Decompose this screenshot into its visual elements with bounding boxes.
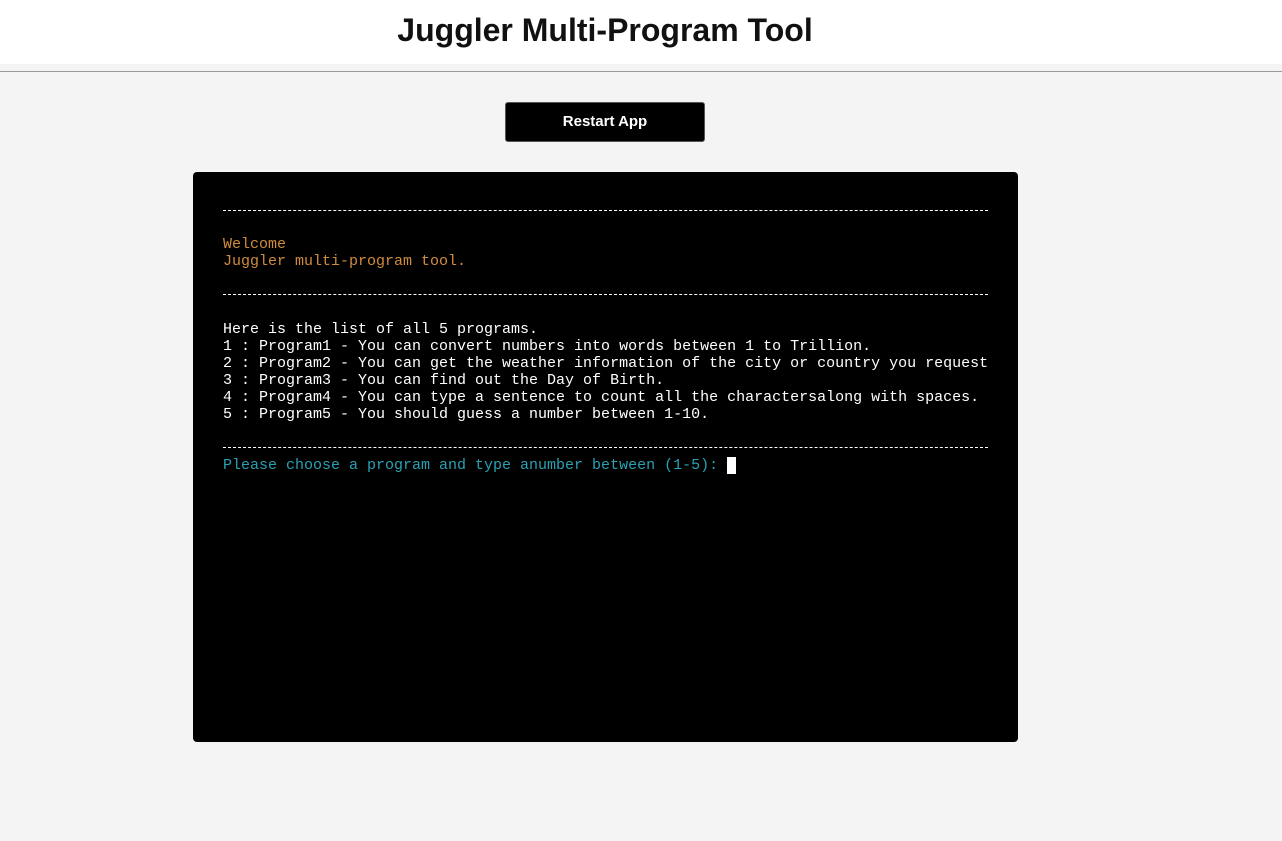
program-list-item: 1 : Program1 - You can convert numbers i… (223, 338, 872, 355)
page-header: Juggler Multi-Program Tool (0, 0, 1282, 64)
header-divider (0, 71, 1282, 72)
program-list-item: 2 : Program2 - You can get the weather i… (223, 355, 989, 372)
welcome-line: Welcome (223, 236, 287, 253)
program-list-item: 5 : Program5 - You should guess a number… (223, 406, 710, 423)
welcome-subtitle: Juggler multi-program tool. (223, 253, 467, 270)
terminal-cursor[interactable] (727, 457, 737, 474)
prompt-line: Please choose a program and type anumber… (223, 457, 737, 474)
program-list-item: 4 : Program4 - You can type a sentence t… (223, 389, 980, 406)
terminal-window[interactable]: Welcome Juggler multi-program tool. Here… (193, 172, 1018, 742)
prompt-text: Please choose a program and type anumber… (223, 457, 719, 474)
terminal-separator (223, 294, 988, 295)
program-list-item: 3 : Program3 - You can find out the Day … (223, 372, 665, 389)
terminal-separator (223, 210, 988, 211)
restart-app-button[interactable]: Restart App (505, 102, 705, 142)
program-list-intro: Here is the list of all 5 programs. (223, 321, 539, 338)
terminal-separator (223, 447, 988, 448)
page-title: Juggler Multi-Program Tool (397, 12, 813, 48)
